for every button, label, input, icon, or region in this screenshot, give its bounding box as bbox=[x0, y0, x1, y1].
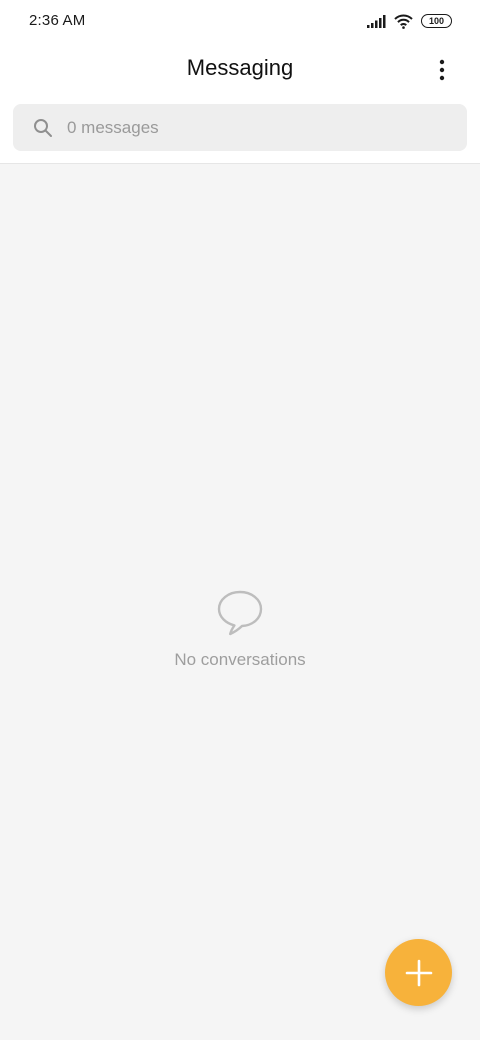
battery-icon: 100 bbox=[421, 14, 452, 28]
wifi-icon bbox=[394, 14, 413, 29]
search-icon bbox=[34, 119, 52, 137]
chat-bubble-icon bbox=[217, 590, 263, 636]
more-options-button[interactable] bbox=[426, 54, 458, 86]
app-bar: Messaging bbox=[0, 46, 480, 94]
header-area: 2:36 AM 100 Messaging 0 messages bbox=[0, 0, 480, 164]
status-bar: 2:36 AM 100 bbox=[0, 0, 480, 42]
new-conversation-button[interactable] bbox=[385, 939, 452, 1006]
search-input[interactable] bbox=[67, 104, 447, 151]
status-time: 2:36 AM bbox=[29, 12, 86, 29]
battery-level: 100 bbox=[428, 15, 445, 26]
messaging-screen: 2:36 AM 100 Messaging 0 messages No conv… bbox=[0, 0, 480, 1040]
page-title: Messaging bbox=[186, 55, 294, 80]
status-icons: 100 bbox=[367, 11, 452, 31]
plus-icon bbox=[405, 959, 432, 986]
signal-icon bbox=[367, 14, 386, 28]
empty-state: No conversations bbox=[0, 588, 480, 678]
more-vert-icon bbox=[439, 59, 445, 81]
search-bar[interactable] bbox=[13, 104, 467, 151]
empty-state-message: No conversations bbox=[174, 650, 306, 669]
